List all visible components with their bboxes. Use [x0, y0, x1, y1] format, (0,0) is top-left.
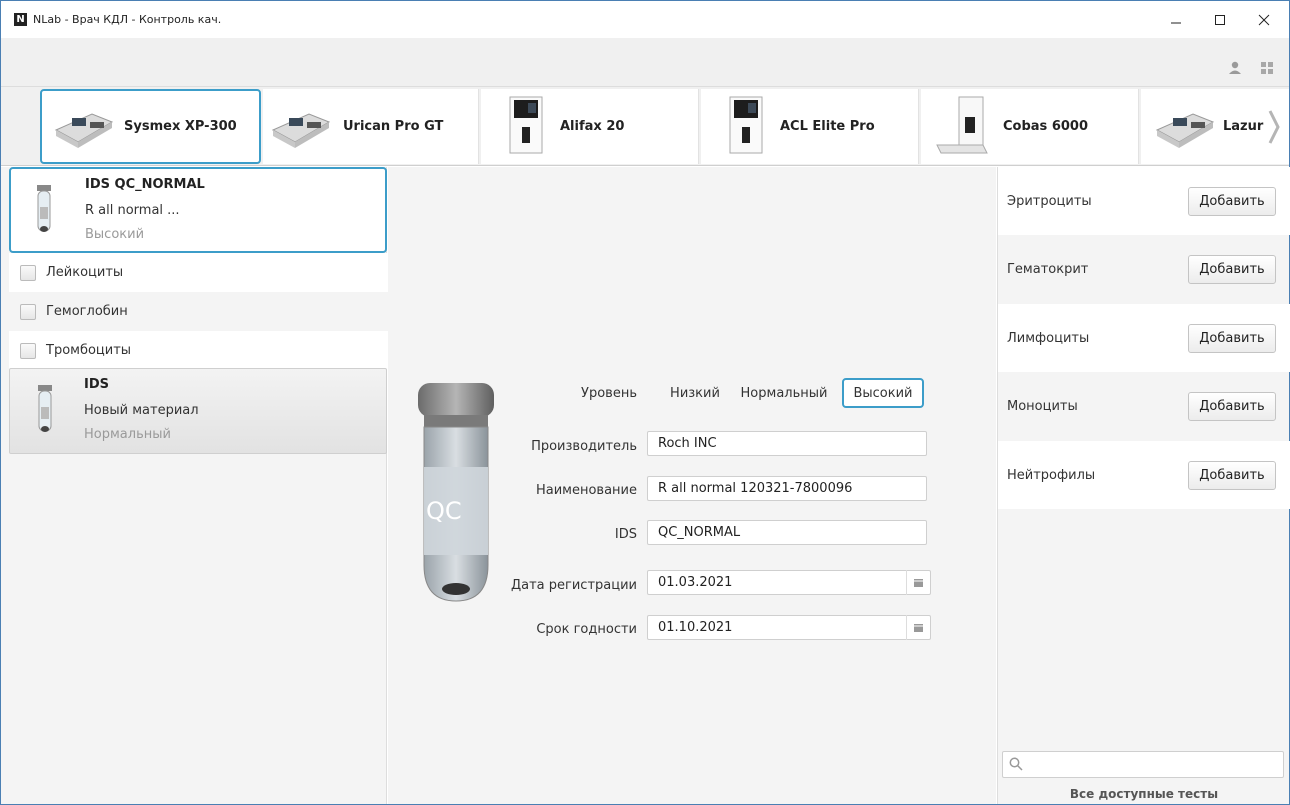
material-level: Высокий: [85, 227, 145, 242]
test-checkbox[interactable]: [20, 303, 36, 320]
nlab-logo-icon: N: [14, 13, 27, 26]
material-item-ids[interactable]: IDS Новый материал Нормальный: [9, 368, 387, 454]
material-title: IDS QC_NORMAL: [85, 177, 205, 192]
title-bar: N NLab - Врач КДЛ - Контроль кач.: [1, 1, 1289, 38]
apps-grid-icon[interactable]: [1261, 62, 1273, 78]
top-toolbar: [1, 38, 1289, 87]
user-icon[interactable]: [1228, 61, 1242, 79]
add-test-button[interactable]: Добавить: [1188, 460, 1276, 490]
tube-label: QC: [426, 497, 462, 525]
analyzer-icon: [935, 93, 993, 161]
reg-date-label: Дата регистрации: [510, 578, 637, 593]
calendar-icon[interactable]: [906, 615, 930, 640]
material-form: QC Уровень Низкий Нормальный Высокий Про…: [388, 167, 996, 804]
name-label: Наименование: [535, 483, 637, 498]
device-tab-sysmex[interactable]: Sysmex XP-300: [40, 89, 261, 164]
available-test-row: Гематокрит Добавить: [998, 235, 1290, 303]
device-name: Cobas 6000: [1003, 119, 1088, 134]
reg-date-field[interactable]: 01.03.2021: [647, 570, 931, 595]
level-low[interactable]: Низкий: [660, 378, 730, 408]
minimize-button[interactable]: [1154, 2, 1198, 38]
test-label: Тромбоциты: [46, 343, 132, 358]
ids-label: IDS: [614, 527, 637, 542]
level-normal[interactable]: Нормальный: [736, 378, 832, 408]
analyzer-icon: [269, 100, 333, 154]
available-tests-pane: Эритроциты Добавить Гематокрит Добавить …: [997, 167, 1290, 804]
name-field[interactable]: R all normal 120321-7800096: [647, 476, 927, 501]
search-icon: [1009, 757, 1023, 771]
available-test-row: Эритроциты Добавить: [998, 167, 1290, 235]
test-name: Нейтрофилы: [1007, 467, 1096, 483]
available-test-row: Лимфоциты Добавить: [998, 304, 1290, 372]
reg-date-value: 01.03.2021: [658, 575, 733, 590]
ids-field[interactable]: QC_NORMAL: [647, 520, 927, 545]
manufacturer-field[interactable]: Roch INC: [647, 431, 927, 456]
device-tab-cobas[interactable]: Cobas 6000: [921, 89, 1139, 164]
device-name: ACL Elite Pro: [780, 119, 875, 134]
tube-icon: [36, 385, 54, 441]
level-label: Уровень: [581, 386, 637, 401]
material-level: Нормальный: [84, 427, 171, 442]
material-item-qc-normal[interactable]: IDS QC_NORMAL R all normal ... Высокий: [9, 167, 387, 253]
device-name: Sysmex XP-300: [124, 119, 237, 134]
test-checkbox[interactable]: [20, 264, 36, 281]
all-tests-label: Все доступные тесты: [1069, 787, 1219, 801]
add-test-button[interactable]: Добавить: [1188, 323, 1276, 353]
expiry-field[interactable]: 01.10.2021: [647, 615, 931, 640]
add-test-button[interactable]: Добавить: [1188, 186, 1276, 216]
material-subtitle: R all normal ...: [85, 203, 180, 218]
materials-pane: IDS QC_NORMAL R all normal ... Высокий Л…: [1, 167, 388, 804]
material-title: IDS: [84, 377, 109, 392]
test-name: Моноциты: [1007, 398, 1078, 414]
test-label: Гемоглобин: [46, 304, 128, 319]
device-name: Alifax 20: [560, 119, 625, 134]
device-tab-urican[interactable]: Urican Pro GT: [263, 89, 479, 164]
test-row-leukocytes[interactable]: Лейкоциты: [9, 253, 388, 292]
scroll-right-button[interactable]: [1259, 87, 1289, 165]
test-row-hemoglobin[interactable]: Гемоглобин: [9, 292, 388, 331]
chevron-right-icon: [1268, 109, 1280, 144]
level-high[interactable]: Высокий: [842, 378, 924, 408]
close-button[interactable]: [1242, 2, 1286, 38]
tube-icon: [35, 185, 53, 241]
device-bar: Sysmex XP-300 Urican Pro GT Alifax 20 AC…: [1, 87, 1289, 166]
analyzer-icon: [506, 95, 546, 159]
available-test-row: Нейтрофилы Добавить: [998, 441, 1290, 509]
test-name: Эритроциты: [1007, 193, 1092, 209]
device-name: Lazur: [1223, 119, 1264, 134]
add-test-button[interactable]: Добавить: [1188, 391, 1276, 421]
analyzer-icon: [726, 95, 766, 159]
maximize-button[interactable]: [1198, 2, 1242, 38]
expiry-value: 01.10.2021: [658, 620, 733, 635]
calendar-icon[interactable]: [906, 570, 930, 595]
device-name: Urican Pro GT: [343, 119, 444, 134]
test-name: Гематокрит: [1007, 261, 1089, 277]
test-row-platelets[interactable]: Тромбоциты: [9, 331, 388, 370]
test-search-input[interactable]: [1002, 751, 1284, 778]
test-checkbox[interactable]: [20, 342, 36, 359]
manufacturer-label: Производитель: [531, 439, 637, 454]
test-label: Лейкоциты: [46, 265, 124, 280]
device-tab-acl[interactable]: ACL Elite Pro: [701, 89, 919, 164]
device-tab-alifax[interactable]: Alifax 20: [481, 89, 699, 164]
add-test-button[interactable]: Добавить: [1188, 254, 1276, 284]
material-subtitle: Новый материал: [84, 403, 199, 418]
analyzer-icon: [1153, 100, 1217, 154]
test-name: Лимфоциты: [1007, 330, 1090, 346]
window-title: NLab - Врач КДЛ - Контроль кач.: [33, 13, 222, 26]
expiry-label: Срок годности: [536, 622, 637, 637]
available-test-row: Моноциты Добавить: [998, 372, 1290, 440]
analyzer-icon: [52, 100, 116, 154]
